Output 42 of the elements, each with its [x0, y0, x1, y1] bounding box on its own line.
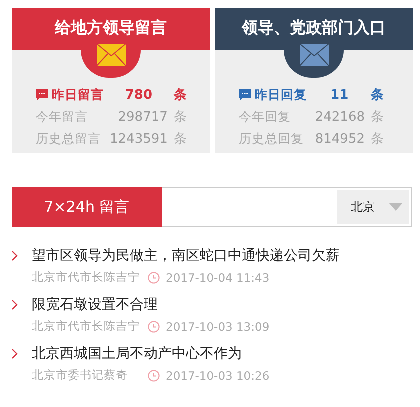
chat-icon: [239, 89, 251, 101]
card-title: 给地方领导留言: [55, 18, 167, 38]
stat-label: 昨日留言: [52, 86, 104, 104]
stat-label: 今年留言: [36, 108, 88, 126]
clock-icon: [148, 272, 160, 284]
message-title[interactable]: 北京西城国土局不动产中心不作为: [32, 345, 412, 363]
message-time: 2017-10-03 13:09: [166, 320, 270, 334]
message-time: 2017-10-03 10:26: [166, 368, 270, 382]
stat-value: 242168: [314, 110, 365, 124]
card-title: 领导、党政部门入口: [242, 18, 386, 38]
message-title[interactable]: 望市区领导为民做主，南区蛇口中通快递公司欠薪: [32, 247, 412, 265]
chat-icon: [36, 89, 48, 101]
stat-value: 1243591: [110, 132, 168, 146]
message-time: 2017-10-04 11:43: [166, 270, 270, 284]
stat-value: 814952: [314, 132, 365, 146]
stat-unit: 条: [174, 109, 188, 126]
stat-unit: 条: [371, 109, 385, 126]
stat-value: 298717: [117, 110, 168, 124]
region-dropdown[interactable]: 北京: [337, 190, 409, 224]
stat-unit: 条: [174, 131, 188, 148]
message-title[interactable]: 限宽石墩设置不合理: [32, 296, 412, 314]
stat-label: 历史总留言: [36, 130, 101, 148]
message-tab[interactable]: 7×24h 留言: [12, 187, 162, 227]
chevron-icon: [12, 349, 18, 359]
card-header[interactable]: 领导、党政部门入口: [215, 8, 413, 50]
stat-label: 昨日回复: [255, 86, 307, 104]
stat-unit: 条: [174, 87, 188, 104]
stat-unit: 条: [371, 87, 385, 104]
recipient-name: 北京市代市长陈吉宁: [32, 319, 141, 334]
stat-unit: 条: [371, 131, 385, 148]
clock-icon: [148, 320, 160, 332]
stat-label: 今年回复: [239, 108, 291, 126]
chevron-icon: [12, 300, 18, 310]
caret-icon: [389, 203, 403, 211]
recipient-name: 北京市委书记蔡奇: [32, 368, 129, 383]
clock-icon: [148, 370, 160, 382]
card-header[interactable]: 给地方领导留言: [12, 8, 210, 50]
stat-label: 历史总回复: [239, 130, 304, 148]
stat-value: 11: [330, 88, 350, 102]
stat-value: 780: [124, 88, 154, 102]
chevron-icon: [12, 251, 18, 261]
recipient-name: 北京市代市长陈吉宁: [32, 270, 141, 285]
